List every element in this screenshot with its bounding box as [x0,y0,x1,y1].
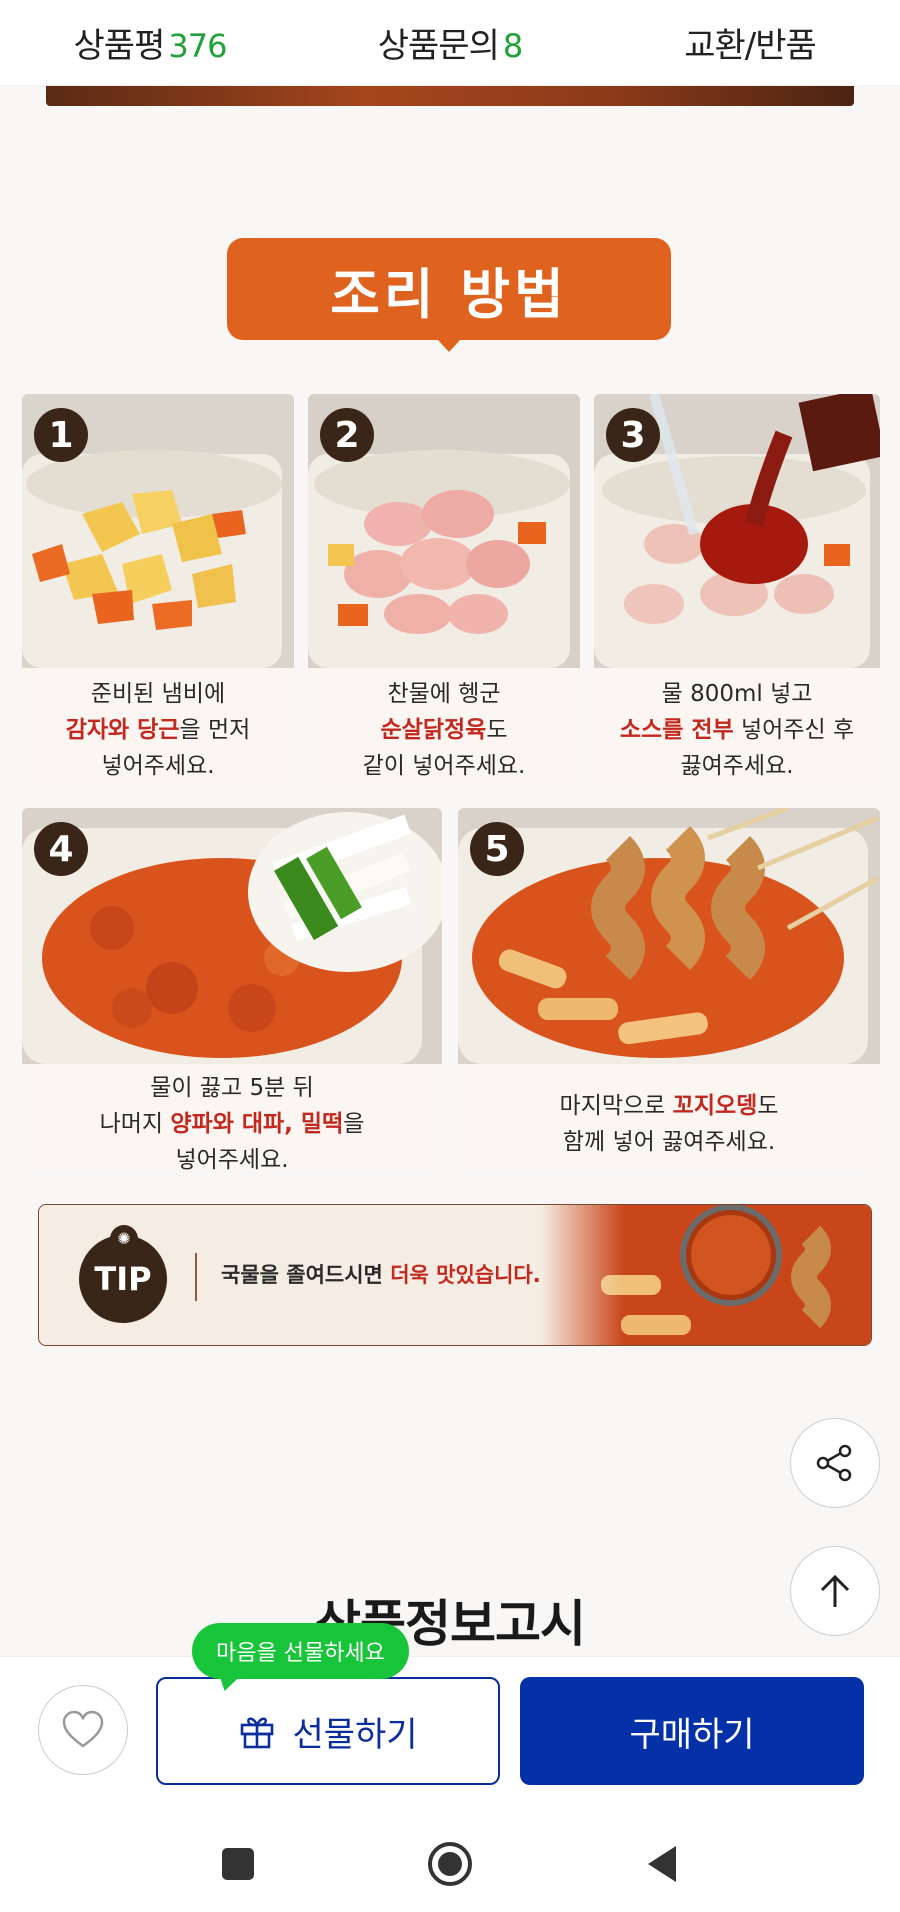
tab-inquiries-label: 상품문의 [377,26,500,66]
gift-icon [241,1717,274,1749]
cooking-step-3: 3 물 800ml 넣고 소스를 전부 넣어주신 후 끓여주세요. [594,394,880,790]
tab-reviews-count: 376 [168,27,227,65]
step-1-line2: 감자와 당근을 먼저 [22,712,294,748]
tab-exchange-return-label: 교환/반품 [684,26,817,66]
lightbulb-icon: ✺ [110,1225,138,1253]
gift-button-label: 선물하기 [292,1714,418,1755]
step-4-line3: 넣어주세요. [175,1147,289,1172]
step-5-highlight: 꼬지오뎅 [672,1093,758,1119]
step-3-line3: 끓여주세요. [680,753,794,779]
product-detail-content: 조리 방법 1 준비된 냄비에 감자와 당근을 먼저 넣어주세요. 2 찬물에 … [0,86,900,1656]
step-3-caption: 물 800ml 넣고 소스를 전부 넣어주신 후 끓여주세요. [594,676,880,784]
cooking-step-1: 1 준비된 냄비에 감자와 당근을 먼저 넣어주세요. [22,394,294,790]
step-1-line3: 넣어주세요. [101,753,215,779]
step-4-line2-pre: 나머지 [99,1111,171,1137]
step-4-caption: 물이 끓고 5분 뒤 나머지 양파와 대파, 밀떡을 넣어주세요. [22,1070,442,1172]
step-4-line2-rest: 을 [343,1111,365,1137]
buy-button[interactable]: 구매하기 [520,1677,864,1785]
nav-back-icon[interactable] [644,1844,680,1884]
product-tab-bar: 상품평 376 상품문의 8 교환/반품 [0,0,900,86]
tab-inquiries-count: 8 [502,27,523,65]
step-2-highlight: 순살닭정육 [380,717,487,743]
step-number-badge: 3 [606,408,660,462]
tab-inquiries[interactable]: 상품문의 8 [300,18,600,67]
previous-image-strip [46,86,854,106]
step-4-highlight: 양파와 대파, 밀떡 [170,1111,344,1137]
step-4-line1: 물이 끓고 5분 뒤 [150,1075,314,1101]
step-2-line2-rest: 도 [486,717,508,743]
tip-text-highlight: 더욱 맛있습니다. [390,1263,541,1287]
step-number-badge: 1 [34,408,88,462]
tip-divider [195,1253,197,1301]
step-5-line1-rest: 도 [757,1093,779,1119]
tip-photo [541,1205,871,1345]
buy-button-label: 구매하기 [629,1714,755,1755]
step-2-line3: 같이 넣어주세요. [362,753,526,779]
product-info-title: 상품정보고시 [315,1595,586,1653]
gift-promo-bubble: 마음을 선물하세요 [192,1623,409,1679]
step-5-line1-pre: 마지막으로 [559,1093,673,1119]
step-3-line1: 물 800ml 넣고 [661,681,813,707]
step-1-caption: 준비된 냄비에 감자와 당근을 먼저 넣어주세요. [22,676,294,784]
cooking-step-5: 5 마지막으로 꼬지오뎅도 함께 넣어 끓여주세요. [458,808,880,1172]
share-icon [816,1444,852,1482]
step-5-caption: 마지막으로 꼬지오뎅도 함께 넣어 끓여주세요. [458,1088,880,1160]
step-2-caption: 찬물에 헹군 순살닭정육도 같이 넣어주세요. [308,676,580,784]
step-3-highlight: 소스를 전부 [619,717,734,743]
cooking-method-banner: 조리 방법 [227,238,671,352]
gift-button[interactable]: 선물하기 [156,1677,500,1785]
cooking-step-4: 4 물이 끓고 5분 뒤 나머지 양파와 대파, 밀떡을 넣어주세요. [22,808,442,1172]
step-1-line2-rest: 을 먼저 [179,717,251,743]
arrow-up-icon [820,1574,850,1607]
step-3-line2-rest: 넣어주신 후 [733,717,855,743]
share-button[interactable] [790,1418,880,1508]
tab-reviews[interactable]: 상품평 376 [0,18,300,67]
bottom-action-bar: 마음을 선물하세요 선물하기 구매하기 [0,1623,900,1816]
nav-home-icon[interactable] [426,1840,474,1888]
cooking-step-2: 2 찬물에 헹군 순살닭정육도 같이 넣어주세요. [308,394,580,790]
step-number-badge: 4 [34,822,88,876]
step-5-line1: 마지막으로 꼬지오뎅도 [458,1088,880,1124]
step-1-line1: 준비된 냄비에 [90,681,226,707]
step-3-line2: 소스를 전부 넣어주신 후 [594,712,880,748]
step-5-line2: 함께 넣어 끓여주세요. [562,1129,776,1155]
tip-text-main: 국물을 졸여드시면 [221,1263,391,1287]
step-2-line1: 찬물에 헹군 [387,681,501,707]
tab-reviews-label: 상품평 [73,26,166,66]
tab-exchange-return[interactable]: 교환/반품 [600,18,900,67]
wishlist-button[interactable] [38,1685,128,1775]
tip-box: TIP ✺ 국물을 졸여드시면 더욱 맛있습니다. [38,1204,872,1346]
scroll-top-button[interactable] [790,1546,880,1636]
nav-recents-icon[interactable] [220,1846,256,1882]
heart-icon [62,1710,104,1748]
step-number-badge: 2 [320,408,374,462]
step-number-badge: 5 [470,822,524,876]
step-2-line2: 순살닭정육도 [308,712,580,748]
tip-text: 국물을 졸여드시면 더욱 맛있습니다. [221,1259,541,1289]
step-4-line2: 나머지 양파와 대파, 밀떡을 [22,1106,442,1142]
system-navigation-bar [0,1816,900,1912]
step-1-highlight: 감자와 당근 [65,717,180,743]
